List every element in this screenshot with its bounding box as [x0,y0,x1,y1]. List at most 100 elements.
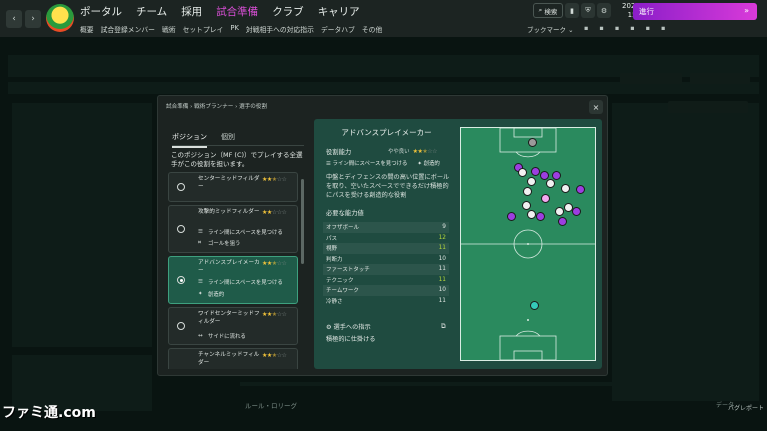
shield-icon[interactable]: ⛨ [581,3,595,18]
role-key-text: 創造的 [208,292,225,298]
capability-value: やや良い [388,149,410,155]
attribute-name: チームワーク [326,288,359,295]
subnav-pk[interactable]: PK [230,24,239,34]
role-radio[interactable] [177,225,185,233]
attribute-value: 10 [438,255,446,262]
attribute-name: オフザボール [326,225,360,232]
bookmark-menu[interactable]: ブックマーク ⌄ [527,24,574,34]
attribute-value: 12 [438,234,446,241]
role-radio[interactable] [177,183,185,191]
role-radio-selected[interactable] [177,276,185,284]
sub-nav: 概要 試合登録メンバー 戦術 セットプレイ PK 対戦相手への対応指示 データハ… [80,24,382,34]
role-key-text: ライン間にスペースを見つける [208,280,283,286]
detail-keys: ☰ ライン間にスペースを見つける ✦ 創造的 [326,159,440,167]
attribute-row: ファーストタッチ 11 [323,264,449,275]
attribute-value: 11 [438,245,446,252]
bookmark-icon-6[interactable]: ▪ [661,24,665,32]
player-marker [546,179,555,188]
role-stars: ★★★☆☆ [262,352,287,359]
nav-team[interactable]: チーム [136,4,167,19]
bookmark-icon-2[interactable]: ▪ [599,24,603,32]
role-stars: ★★★☆☆ [262,311,287,318]
role-name: アドバンスプレイメーカー [198,260,260,274]
role-item-center-mid[interactable]: センターミッドフィルダー ★★★☆☆ [168,172,298,202]
nav-recruit[interactable]: 採用 [181,4,202,19]
goalkeeper-marker [530,301,539,310]
player-marker [555,207,564,216]
bookmark-icon-4[interactable]: ▪ [630,24,634,32]
nav-match-prep[interactable]: 試合準備 [216,4,258,19]
bookmark-icon-3[interactable]: ▪ [615,24,619,32]
role-key-item: ☰ ライン間にスペースを見つける [198,278,283,286]
attribute-value: 11 [438,266,446,273]
subnav-setpieces[interactable]: セットプレイ [183,24,224,34]
player-marker [576,185,585,194]
attribute-name: テクニック [326,277,354,284]
attribute-row: 冷静さ 11 [323,296,449,307]
advance-button[interactable]: 進行 » [633,3,757,20]
player-marker [572,207,581,216]
instructions-value: 積極的に仕掛ける [326,336,376,343]
main-nav: ポータル チーム 採用 試合準備 クラブ キャリア [80,4,360,19]
close-button[interactable]: × [589,100,603,114]
nav-career[interactable]: キャリア [318,4,360,19]
role-stars: ★★★☆☆ [262,260,287,267]
role-item-channel-mid[interactable]: チャンネルミッドフィルダー ★★★☆☆ [168,348,298,369]
external-link-icon[interactable]: ⧉ [441,322,446,331]
bookmark-icon-5[interactable]: ▪ [646,24,650,32]
player-marker [527,210,536,219]
player-marker [522,201,531,210]
arrows-icon: ↔ [198,333,203,339]
pitch-markings [461,127,595,361]
subnav-squad[interactable]: 試合登録メンバー [101,24,155,34]
capability-stars: ★★★☆☆ [412,147,438,155]
inbox-icon[interactable]: ▮ [565,3,579,18]
subnav-datahub[interactable]: データハブ [321,24,355,34]
search-button[interactable]: ⌕ 検索 [533,3,563,18]
detail-key-item: ✦ 創造的 [417,159,439,167]
attribute-name: 判断力 [326,256,343,263]
role-list-scrollbar[interactable] [301,179,304,264]
role-detail-title: アドバンスプレイメーカー [341,128,432,137]
role-key-item: ☰ ライン間にスペースを見つける [198,228,283,236]
bookmark-icon-1[interactable]: ▪ [584,24,588,32]
back-icon[interactable]: ‹ [6,10,22,28]
attribute-value: 11 [438,276,446,283]
wand-icon: ✦ [198,291,203,297]
player-marker [561,184,570,193]
instructions-row[interactable]: ⚙ 選手への指示 [326,322,371,331]
attribute-value: 9 [442,224,446,231]
bookmark-icons: ▪ ▪ ▪ ▪ ▪ ▪ [584,24,665,32]
subnav-tactics[interactable]: 戦術 [162,24,176,34]
role-item-attacking-mid[interactable]: 攻撃的ミッドフィルダー ★★☆☆☆ ☰ ライン間にスペースを見つける ⌗ ゴールを狙… [168,205,298,253]
bug-report-link[interactable]: バグレポート [728,403,764,412]
role-name: ワイドセンターミッドフィルダー [198,311,260,325]
nav-club[interactable]: クラブ [272,4,304,19]
role-name: チャンネルミッドフィルダー [198,352,260,366]
footer-dim-left: ルール・ロリーグ [245,402,297,410]
role-item-wide-center-mid[interactable]: ワイドセンターミッドフィルダー ★★★☆☆ ↔ サイドに流れる [168,307,298,345]
player-marker-selected [541,194,550,203]
nav-portal[interactable]: ポータル [80,4,122,19]
player-marker [531,167,540,176]
gear-icon[interactable]: ⚙ [597,3,611,18]
attribute-name: ファーストタッチ [326,267,370,274]
role-radio[interactable] [177,322,185,330]
club-logo[interactable] [46,4,74,32]
detail-key-text: 創造的 [423,161,440,167]
detail-key-text: ライン間にスペースを見つける [332,161,408,167]
subnav-overview[interactable]: 概要 [80,24,94,34]
breadcrumb: 試合準備 › 戦術プランナー › 選手の役割 [166,104,268,110]
subnav-more[interactable]: その他 [362,24,382,34]
instructions-icon: ⚙ [326,324,334,331]
attribute-row: 視野 11 [323,243,449,254]
goal-icon: ⌗ [198,239,202,246]
search-label: 検索 [544,7,558,16]
forward-icon[interactable]: › [25,10,41,28]
bookmark-label: ブックマーク [527,26,566,34]
attribute-row: パス 12 [323,233,449,244]
subnav-opposition[interactable]: 対戦相手への対応指示 [246,24,314,34]
player-marker [528,138,537,147]
attribute-row: 判断力 10 [323,254,449,265]
role-item-advanced-playmaker[interactable]: アドバンスプレイメーカー ★★★☆☆ ☰ ライン間にスペースを見つける ✦ 創造的 [168,256,298,304]
